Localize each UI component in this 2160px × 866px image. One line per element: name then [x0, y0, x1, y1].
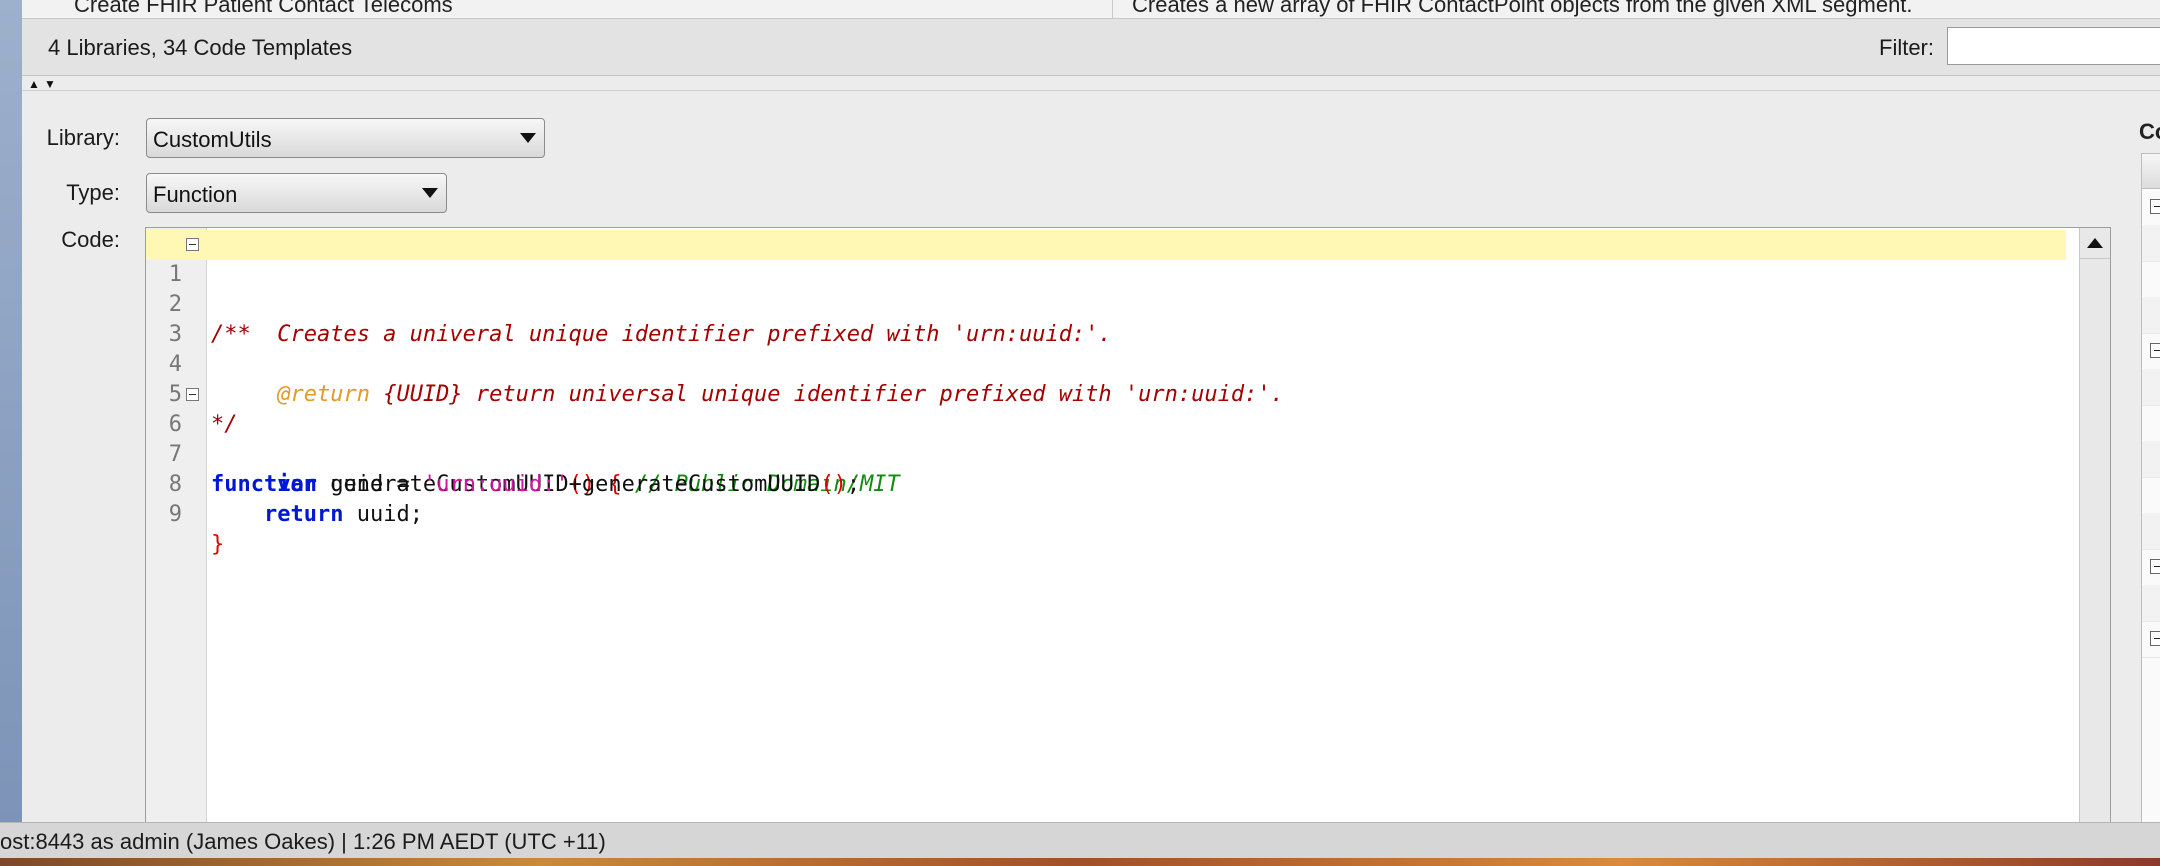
desktop-background-strip	[0, 858, 2160, 866]
filter-input[interactable]	[1947, 27, 2160, 65]
chevron-down-icon	[520, 133, 536, 143]
context-tree-table[interactable]	[2141, 153, 2160, 822]
fold-collapse-icon[interactable]	[186, 388, 199, 401]
template-description-cell[interactable]: Creates a new array of FHIR ContactPoint…	[1132, 0, 1913, 18]
context-table-header[interactable]	[2142, 154, 2160, 189]
tree-row[interactable]	[2142, 189, 2160, 226]
context-panel-title: Con	[2139, 119, 2160, 144]
tree-row[interactable]	[2142, 513, 2160, 550]
tree-row[interactable]	[2142, 441, 2160, 478]
code-editor[interactable]: 1 /** 2 Creates a univeral unique identi…	[145, 227, 2111, 822]
tree-row[interactable]	[2142, 477, 2160, 514]
code-line[interactable]: 9 }	[146, 470, 2066, 557]
split-pane-divider[interactable]: ▲ ▼	[22, 76, 2160, 91]
tree-row[interactable]	[2142, 333, 2160, 370]
summary-bar: 4 Libraries, 34 Code Templates Filter:	[22, 19, 2160, 76]
tree-row[interactable]	[2142, 621, 2160, 658]
scrollbar-track[interactable]	[2080, 258, 2110, 259]
code-label: Code:	[61, 227, 120, 252]
type-select-value: Function	[153, 182, 238, 207]
tree-row[interactable]	[2142, 297, 2160, 334]
filter-label: Filter:	[1879, 35, 1934, 60]
column-divider	[1112, 0, 1113, 18]
tree-row[interactable]	[2142, 549, 2160, 586]
template-table-row[interactable]: Create FHIR Patient Contact Telecoms Cre…	[22, 0, 2160, 19]
tree-collapse-icon[interactable]	[2150, 631, 2160, 646]
library-count-text: 4 Libraries, 34 Code Templates	[48, 35, 353, 60]
fold-collapse-icon[interactable]	[186, 238, 199, 251]
status-bar: ost:8443 as admin (James Oakes) | 1:26 P…	[0, 822, 2160, 859]
code-line[interactable]: 2 Creates a univeral unique identifier p…	[146, 260, 2066, 347]
code-plain: uuid;	[343, 502, 423, 527]
code-line[interactable]: 4 @return {UUID} return universal unique…	[146, 320, 2066, 407]
scroll-up-arrow-icon[interactable]	[2087, 238, 2103, 248]
type-select[interactable]: Function	[146, 173, 447, 213]
window-left-edge	[0, 0, 22, 822]
context-panel: Con	[2115, 91, 2160, 822]
type-label: Type:	[66, 180, 120, 205]
tree-row[interactable]	[2142, 405, 2160, 442]
connection-status-text: ost:8443 as admin (James Oakes) | 1:26 P…	[0, 829, 606, 854]
expand-down-arrow-icon[interactable]: ▼	[44, 78, 56, 90]
tree-row[interactable]	[2142, 369, 2160, 406]
library-label: Library:	[46, 125, 120, 150]
code-line[interactable]: 7 var uuid = 'urn:uuid:'+generateCustomU…	[146, 410, 2066, 497]
tree-collapse-icon[interactable]	[2150, 343, 2160, 358]
collapse-up-arrow-icon[interactable]: ▲	[28, 78, 40, 90]
code-line[interactable]: 5 */	[146, 350, 2066, 437]
vertical-scrollbar[interactable]	[2079, 228, 2110, 822]
tree-row[interactable]	[2142, 225, 2160, 262]
code-template-editor-window: Create FHIR Patient Contact Telecoms Cre…	[22, 0, 2160, 822]
code-line[interactable]: 8 return uuid;	[146, 440, 2066, 527]
chevron-down-icon	[422, 188, 438, 198]
tree-row[interactable]	[2142, 585, 2160, 622]
code-text: }	[211, 532, 225, 557]
tree-collapse-icon[interactable]	[2150, 199, 2160, 214]
keyword: return	[263, 502, 344, 527]
template-name-cell[interactable]: Create FHIR Patient Contact Telecoms	[74, 0, 453, 18]
code-line[interactable]: 1 /**	[146, 230, 2066, 347]
code-text: return uuid;	[211, 500, 423, 530]
tree-collapse-icon[interactable]	[2150, 559, 2160, 574]
line-number: 9	[168, 502, 182, 527]
library-select[interactable]: CustomUtils	[146, 118, 545, 158]
tree-row[interactable]	[2142, 261, 2160, 298]
code-line[interactable]: 6 function generateCustomUUID() { // Pub…	[146, 380, 2066, 497]
library-select-value: CustomUtils	[153, 127, 272, 152]
code-line[interactable]: 3	[146, 290, 2066, 347]
